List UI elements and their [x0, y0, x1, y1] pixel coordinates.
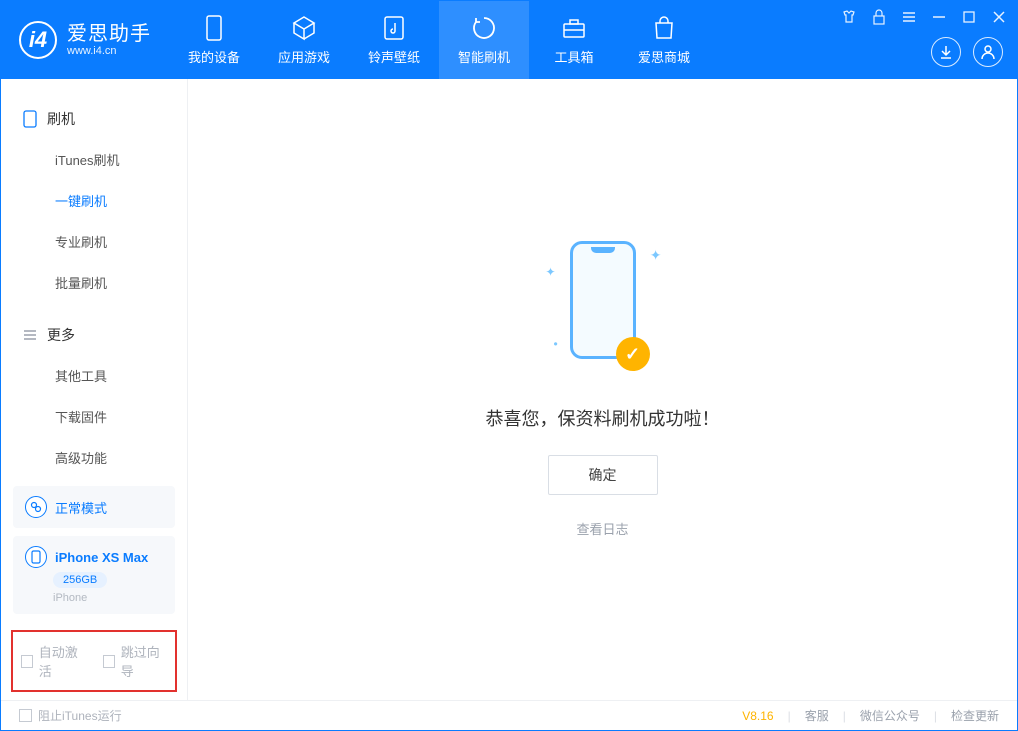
tab-my-device[interactable]: 我的设备 — [169, 1, 259, 79]
checkbox-skip-guide[interactable]: 跳过向导 — [103, 642, 167, 680]
lock-icon[interactable] — [869, 7, 889, 27]
user-button[interactable] — [973, 37, 1003, 67]
tshirt-icon[interactable] — [839, 7, 859, 27]
bag-icon — [651, 15, 677, 41]
main-content: ✦ ✦ • ✓ 恭喜您，保资料刷机成功啦！ 确定 查看日志 — [188, 79, 1017, 700]
titlebar: i4 爱思助手 www.i4.cn 我的设备 应用游戏 铃声壁纸 智能刷机 工具… — [1, 1, 1017, 79]
sidebar-item-batch-flash[interactable]: 批量刷机 — [1, 262, 187, 303]
tab-label: 工具箱 — [554, 47, 593, 66]
ok-button[interactable]: 确定 — [548, 455, 658, 495]
window-controls — [839, 7, 1009, 27]
link-check-update[interactable]: 检查更新 — [951, 707, 999, 724]
sidebar-item-download-firmware[interactable]: 下载固件 — [1, 396, 187, 437]
device-name: iPhone XS Max — [55, 550, 148, 565]
mode-icon — [25, 496, 47, 518]
statusbar: 阻止iTunes运行 V8.16 | 客服 | 微信公众号 | 检查更新 — [1, 700, 1017, 730]
app-title: 爱思助手 — [67, 23, 151, 45]
sparkle-icon: ✦ — [546, 265, 556, 279]
device-mode: 正常模式 — [55, 498, 107, 517]
device-info-panel[interactable]: iPhone XS Max 256GB iPhone — [13, 536, 175, 614]
version-text: V8.16 — [742, 709, 773, 723]
tab-label: 应用游戏 — [278, 47, 330, 66]
sidebar-item-itunes-flash[interactable]: iTunes刷机 — [1, 139, 187, 180]
music-file-icon — [381, 15, 407, 41]
link-wechat[interactable]: 微信公众号 — [860, 707, 920, 724]
sidebar-section-more: 更多 — [1, 315, 187, 355]
device-icon — [201, 15, 227, 41]
toolbox-icon — [561, 15, 587, 41]
tab-apps-games[interactable]: 应用游戏 — [259, 1, 349, 79]
maximize-icon[interactable] — [959, 7, 979, 27]
device-phone-icon — [25, 546, 47, 568]
close-icon[interactable] — [989, 7, 1009, 27]
tab-smart-flash[interactable]: 智能刷机 — [439, 1, 529, 79]
tab-store[interactable]: 爱思商城 — [619, 1, 709, 79]
sidebar-item-advanced[interactable]: 高级功能 — [1, 437, 187, 478]
tab-toolbox[interactable]: 工具箱 — [529, 1, 619, 79]
sidebar-item-pro-flash[interactable]: 专业刷机 — [1, 221, 187, 262]
options-highlighted: 自动激活 跳过向导 — [11, 630, 177, 692]
sidebar: 刷机 iTunes刷机 一键刷机 专业刷机 批量刷机 更多 其他工具 下载固件 … — [1, 79, 188, 700]
logo-icon: i4 — [19, 21, 57, 59]
menu-icon[interactable] — [899, 7, 919, 27]
app-logo: i4 爱思助手 www.i4.cn — [1, 1, 169, 79]
phone-icon — [23, 110, 37, 128]
header-actions — [931, 37, 1003, 67]
menu-lines-icon — [23, 328, 37, 342]
sparkle-icon: ✦ — [650, 247, 662, 264]
success-message: 恭喜您，保资料刷机成功啦！ — [486, 405, 720, 431]
tab-label: 我的设备 — [188, 47, 240, 66]
sidebar-item-oneclick-flash[interactable]: 一键刷机 — [1, 180, 187, 221]
sparkle-icon: • — [554, 337, 558, 351]
checkbox-box-icon — [19, 709, 32, 722]
checkbox-box-icon — [21, 655, 33, 668]
checkmark-badge-icon: ✓ — [616, 337, 650, 371]
sidebar-item-other-tools[interactable]: 其他工具 — [1, 355, 187, 396]
device-mode-panel[interactable]: 正常模式 — [13, 486, 175, 528]
success-illustration: ✦ ✦ • ✓ — [548, 241, 658, 381]
refresh-shield-icon — [471, 15, 497, 41]
cube-icon — [291, 15, 317, 41]
nav-tabs: 我的设备 应用游戏 铃声壁纸 智能刷机 工具箱 爱思商城 — [169, 1, 709, 79]
app-subtitle: www.i4.cn — [67, 45, 151, 57]
minimize-icon[interactable] — [929, 7, 949, 27]
tab-label: 铃声壁纸 — [368, 47, 420, 66]
device-capacity: 256GB — [53, 572, 107, 588]
tab-label: 智能刷机 — [458, 47, 510, 66]
checkbox-box-icon — [103, 655, 115, 668]
view-log-link[interactable]: 查看日志 — [576, 519, 628, 538]
sidebar-section-flash: 刷机 — [1, 99, 187, 139]
tab-label: 爱思商城 — [638, 47, 690, 66]
download-button[interactable] — [931, 37, 961, 67]
link-support[interactable]: 客服 — [805, 707, 829, 724]
device-type: iPhone — [53, 592, 87, 604]
checkbox-block-itunes[interactable]: 阻止iTunes运行 — [19, 707, 122, 724]
tab-ringtone-wallpaper[interactable]: 铃声壁纸 — [349, 1, 439, 79]
checkbox-auto-activate[interactable]: 自动激活 — [21, 642, 85, 680]
